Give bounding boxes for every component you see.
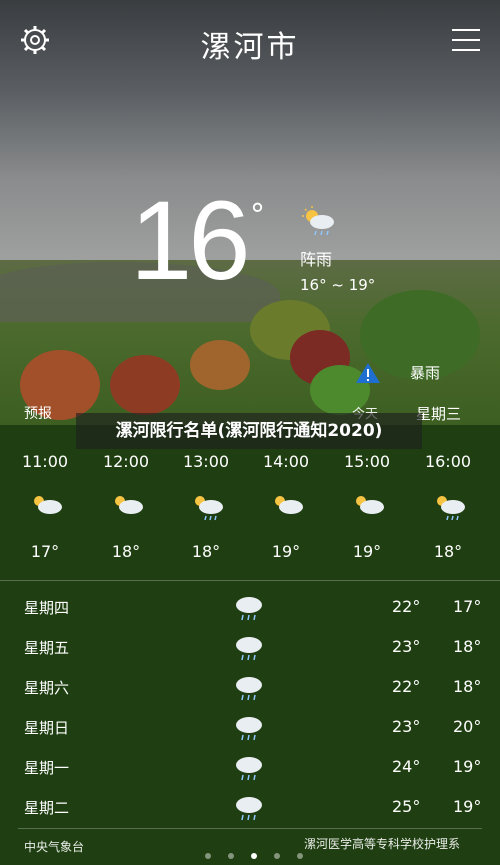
current-temperature: 16: [130, 178, 251, 303]
watermark: 漯河医学高等专科学校护理系: [304, 837, 461, 851]
current-condition: 阵雨: [300, 250, 333, 269]
hour-temperature: 18°: [111, 542, 141, 561]
cloud-rain-icon: [236, 717, 262, 741]
hour-time: 15:00: [343, 452, 391, 471]
hourly-item: 16:00 18°: [408, 452, 488, 561]
article-title-banner: 漯河限行名单(漯河限行通知2020): [76, 413, 422, 449]
current-temperature-range: 16° ~ 19°: [300, 276, 376, 294]
daily-row[interactable]: 星期六 22° 18°: [0, 669, 500, 709]
page-dot-active[interactable]: [251, 853, 258, 859]
hour-time: 13:00: [182, 452, 230, 471]
hour-temperature: 18°: [433, 542, 463, 561]
page-dot[interactable]: [228, 853, 235, 859]
hour-temperature: 17°: [30, 542, 60, 561]
cloud-rain-icon: [236, 597, 262, 621]
cloud-rain-icon: [236, 797, 262, 821]
degree-symbol: °: [250, 198, 265, 233]
forecast-label: 预报: [24, 406, 52, 422]
hour-time: 16:00: [424, 452, 472, 471]
divider: [0, 580, 500, 581]
day-low: 20°: [453, 717, 482, 736]
daily-row[interactable]: 星期五 23° 18°: [0, 629, 500, 669]
day-name: 星期六: [24, 679, 70, 697]
day-low: 18°: [453, 637, 482, 656]
sun-cloud-rain-icon: [302, 206, 334, 236]
hourly-item: 15:00 19°: [327, 452, 407, 561]
day-high: 23°: [392, 717, 421, 736]
weekday-label: 星期三: [416, 405, 462, 423]
hourly-item: 13:00 18°: [166, 452, 246, 561]
gear-icon[interactable]: [20, 25, 50, 55]
sun-cloud-icon: [275, 496, 303, 514]
page-dot[interactable]: [205, 853, 211, 859]
hourly-item: 11:00 17°: [5, 452, 85, 561]
sun-cloud-rain-icon: [437, 496, 465, 521]
daily-row[interactable]: 星期日 23° 20°: [0, 709, 500, 749]
page-dot[interactable]: [274, 853, 281, 859]
divider: [18, 828, 482, 829]
day-name: 星期日: [24, 719, 70, 737]
page-dot[interactable]: [297, 853, 304, 859]
day-low: 19°: [453, 797, 482, 816]
tree: [190, 340, 250, 390]
day-high: 22°: [392, 677, 421, 696]
daily-row[interactable]: 星期二 25° 19°: [0, 789, 500, 829]
sun-cloud-icon: [115, 496, 143, 514]
hour-time: 14:00: [262, 452, 310, 471]
header: 漯河市: [0, 0, 500, 80]
daily-row[interactable]: 星期一 24° 19°: [0, 749, 500, 789]
hour-time: 12:00: [102, 452, 150, 471]
hourly-item: 12:00 18°: [86, 452, 166, 561]
sun-cloud-icon: [356, 496, 384, 514]
day-high: 23°: [392, 637, 421, 656]
day-high: 24°: [392, 757, 421, 776]
hourly-item: 14:00 19°: [246, 452, 326, 561]
weather-alert[interactable]: 暴雨: [410, 362, 440, 383]
tree: [110, 355, 180, 415]
daily-row[interactable]: 星期四 22° 17°: [0, 589, 500, 629]
day-low: 18°: [453, 677, 482, 696]
sun-cloud-rain-icon: [195, 496, 223, 521]
hour-time: 11:00: [21, 452, 69, 471]
day-high: 22°: [392, 597, 421, 616]
cloud-rain-icon: [236, 637, 262, 661]
day-name: 星期四: [24, 599, 70, 617]
page-indicator[interactable]: [205, 844, 315, 863]
day-name: 星期二: [24, 799, 70, 817]
cloud-rain-icon: [236, 677, 262, 701]
warning-icon[interactable]: [355, 362, 381, 384]
data-source: 中央气象台: [24, 840, 85, 854]
day-low: 19°: [453, 757, 482, 776]
city-title[interactable]: 漯河市: [150, 22, 350, 66]
day-name: 星期一: [24, 759, 70, 777]
day-high: 25°: [392, 797, 421, 816]
menu-icon[interactable]: [452, 28, 480, 52]
day-name: 星期五: [24, 639, 70, 657]
hour-temperature: 19°: [271, 542, 301, 561]
cloud-rain-icon: [236, 757, 262, 781]
hour-temperature: 18°: [191, 542, 221, 561]
day-low: 17°: [453, 597, 482, 616]
hourly-forecast: 11:00 17° 12:00 18° 13:00 18° 14:00 19° …: [0, 448, 500, 568]
sun-cloud-icon: [34, 496, 62, 514]
hour-temperature: 19°: [352, 542, 382, 561]
